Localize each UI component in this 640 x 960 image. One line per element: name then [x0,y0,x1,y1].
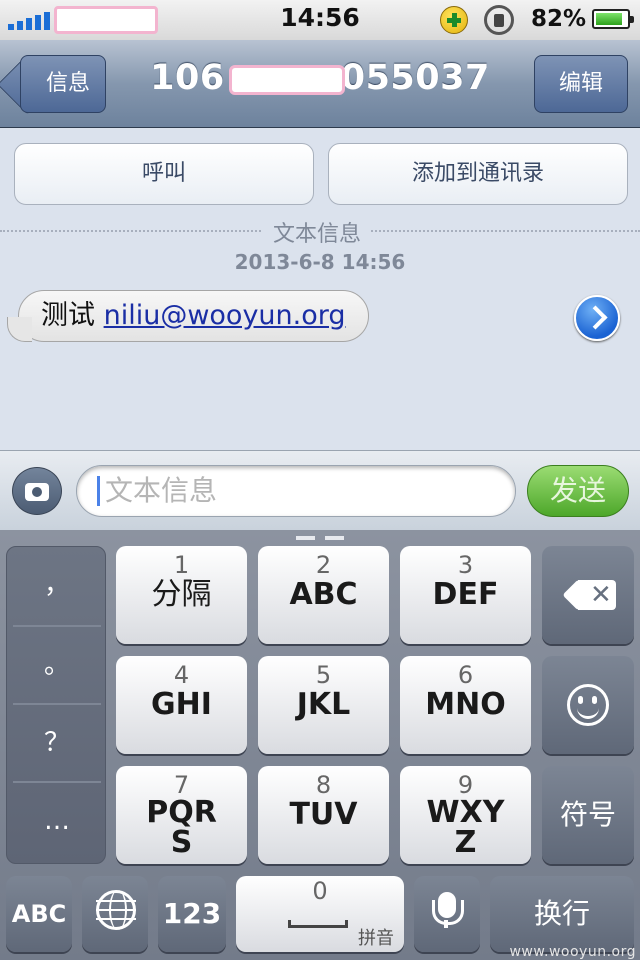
key-7[interactable]: 7 PQR S [116,766,247,864]
return-key[interactable]: 换行 [490,876,634,952]
key-3[interactable]: 3 DEF [400,546,531,644]
disclosure-arrow-icon[interactable] [574,295,620,341]
message-input[interactable]: 文本信息 [76,465,516,517]
key-number: 4 [173,661,190,689]
key-number: 5 [315,661,332,689]
message-bubble: 测试 niliu@wooyun.org [7,290,369,342]
title-redaction [229,65,345,95]
message-timestamp: 2013-6-8 14:56 [234,250,406,274]
rotation-lock-icon [484,5,514,35]
title-suffix: 055037 [340,58,490,98]
composer-bar: 文本信息 发送 [0,450,640,530]
key-letters: GHI [151,687,212,722]
security-app-icon [440,6,468,34]
battery-percent: 82% [531,6,587,32]
key-1[interactable]: 1 分隔 [116,546,247,644]
punct-question-key[interactable]: ？ [13,703,101,781]
watermark: www.wooyun.org [509,944,636,960]
key-9[interactable]: 9 WXY Z [400,766,531,864]
email-link[interactable]: niliu@wooyun.org [104,300,346,331]
key-5[interactable]: 5 JKL [258,656,389,754]
punct-ellipsis-key[interactable]: … [13,781,101,859]
back-button-wrap: 信息 [0,40,120,128]
numbers-key[interactable]: 123 [158,876,226,952]
key-letters: PQR S [146,795,217,860]
status-bar: 14:56 82% [0,0,640,40]
microphone-key[interactable] [414,876,480,952]
key-letters: 分隔 [151,577,212,612]
keyboard: ， 。 ？ … 1 分隔 2 ABC 3 DEF ✕ 4 GHI 5 JKL 6… [0,530,640,960]
key-letters: ABC [289,577,358,612]
key-letters: TUV [289,797,358,832]
key-number: 1 [173,551,190,579]
delete-x-icon: ✕ [590,580,612,610]
keyboard-handle [296,536,344,540]
emoji-key[interactable] [542,656,634,754]
key-letters: DEF [432,577,499,612]
add-to-contacts-button[interactable]: 添加到通讯录 [328,143,628,205]
microphone-icon [432,892,464,925]
key-2[interactable]: 2 ABC [258,546,389,644]
key-letters: MNO [425,687,506,722]
microphone-stem [444,920,448,928]
key-number: 8 [315,771,332,799]
space-icon [288,920,348,928]
key-letters: JKL [296,687,351,722]
key-8[interactable]: 8 TUV [258,766,389,864]
camera-icon[interactable] [12,467,62,515]
key-4[interactable]: 4 GHI [116,656,247,754]
space-key[interactable]: 0 拼音 [236,876,404,952]
key-letters: WXY Z [426,795,505,860]
back-button[interactable]: 信息 [20,55,106,113]
smiley-icon [567,684,609,726]
globe-key[interactable] [82,876,148,952]
key-number: 3 [457,551,474,579]
message-text: 测试 [41,300,95,331]
punct-comma-key[interactable]: ， [13,547,101,625]
title-prefix: 106 [150,58,225,98]
punct-period-key[interactable]: 。 [13,625,101,703]
battery-icon [592,9,634,29]
battery-fill [596,13,623,25]
edit-button[interactable]: 编辑 [534,55,628,113]
key-6[interactable]: 6 MNO [400,656,531,754]
space-number: 0 [312,877,328,905]
pinyin-label: 拼音 [358,928,394,949]
message-type-label: 文本信息 [263,216,372,248]
delete-key[interactable]: ✕ [542,546,634,644]
navigation-bar: 信息 106 055037 编辑 [0,40,640,128]
globe-icon [96,890,136,930]
send-button[interactable]: 发送 [527,465,629,517]
punctuation-column[interactable]: ， 。 ？ … [6,546,106,864]
abc-key[interactable]: ABC [6,876,72,952]
conversation-area: 呼叫 添加到通讯录 文本信息 2013-6-8 14:56 测试 niliu@w… [0,128,640,450]
key-number: 6 [457,661,474,689]
key-number: 2 [315,551,332,579]
call-button[interactable]: 呼叫 [14,143,314,205]
symbols-key[interactable]: 符号 [542,766,634,864]
